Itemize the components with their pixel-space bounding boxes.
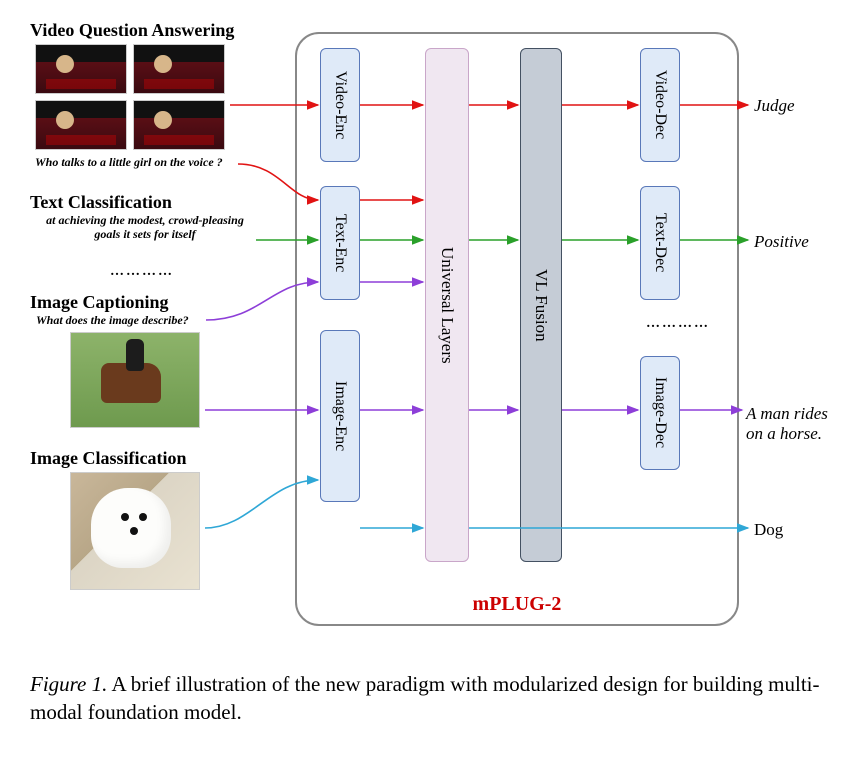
module-universal-layers: Universal Layers xyxy=(425,48,469,562)
output-textcls: Positive xyxy=(754,232,809,252)
figure-caption: Figure 1. A brief illustration of the ne… xyxy=(30,670,837,727)
panel-label: mPLUG-2 xyxy=(297,593,737,616)
module-video-dec: Video-Dec xyxy=(640,48,680,162)
imgcap-prompt: What does the image describe? xyxy=(36,314,246,328)
dots-left: ………… xyxy=(110,264,174,280)
figure-label: Figure 1. xyxy=(30,672,107,696)
thumb-vqa-1 xyxy=(35,44,127,94)
thumb-vqa-2 xyxy=(133,44,225,94)
module-image-dec: Image-Dec xyxy=(640,356,680,470)
thumb-vqa-3 xyxy=(35,100,127,150)
title-vqa: Video Question Answering xyxy=(30,20,234,41)
thumb-imgcls xyxy=(70,472,200,590)
output-imgcap: A man rides on a horse. xyxy=(746,404,840,444)
module-image-enc: Image-Enc xyxy=(320,330,360,502)
figure-caption-text: A brief illustration of the new paradigm… xyxy=(30,672,820,724)
title-textcls: Text Classification xyxy=(30,192,172,213)
title-imgcap: Image Captioning xyxy=(30,292,169,313)
module-vl-fusion: VL Fusion xyxy=(520,48,562,562)
thumb-imgcap xyxy=(70,332,200,428)
vqa-question: Who talks to a little girl on the voice … xyxy=(35,156,245,170)
textcls-sample: at achieving the modest, crowd-pleasing … xyxy=(32,214,258,242)
title-imgcls: Image Classification xyxy=(30,448,187,469)
module-text-enc: Text-Enc xyxy=(320,186,360,300)
module-video-enc: Video-Enc xyxy=(320,48,360,162)
dots-right: ………… xyxy=(646,316,710,332)
figure-area: mPLUG-2 Video-Enc Text-Enc Image-Enc Uni… xyxy=(30,20,840,630)
output-imgcls: Dog xyxy=(754,520,783,540)
thumb-vqa-4 xyxy=(133,100,225,150)
module-text-dec: Text-Dec xyxy=(640,186,680,300)
output-vqa: Judge xyxy=(754,96,795,116)
